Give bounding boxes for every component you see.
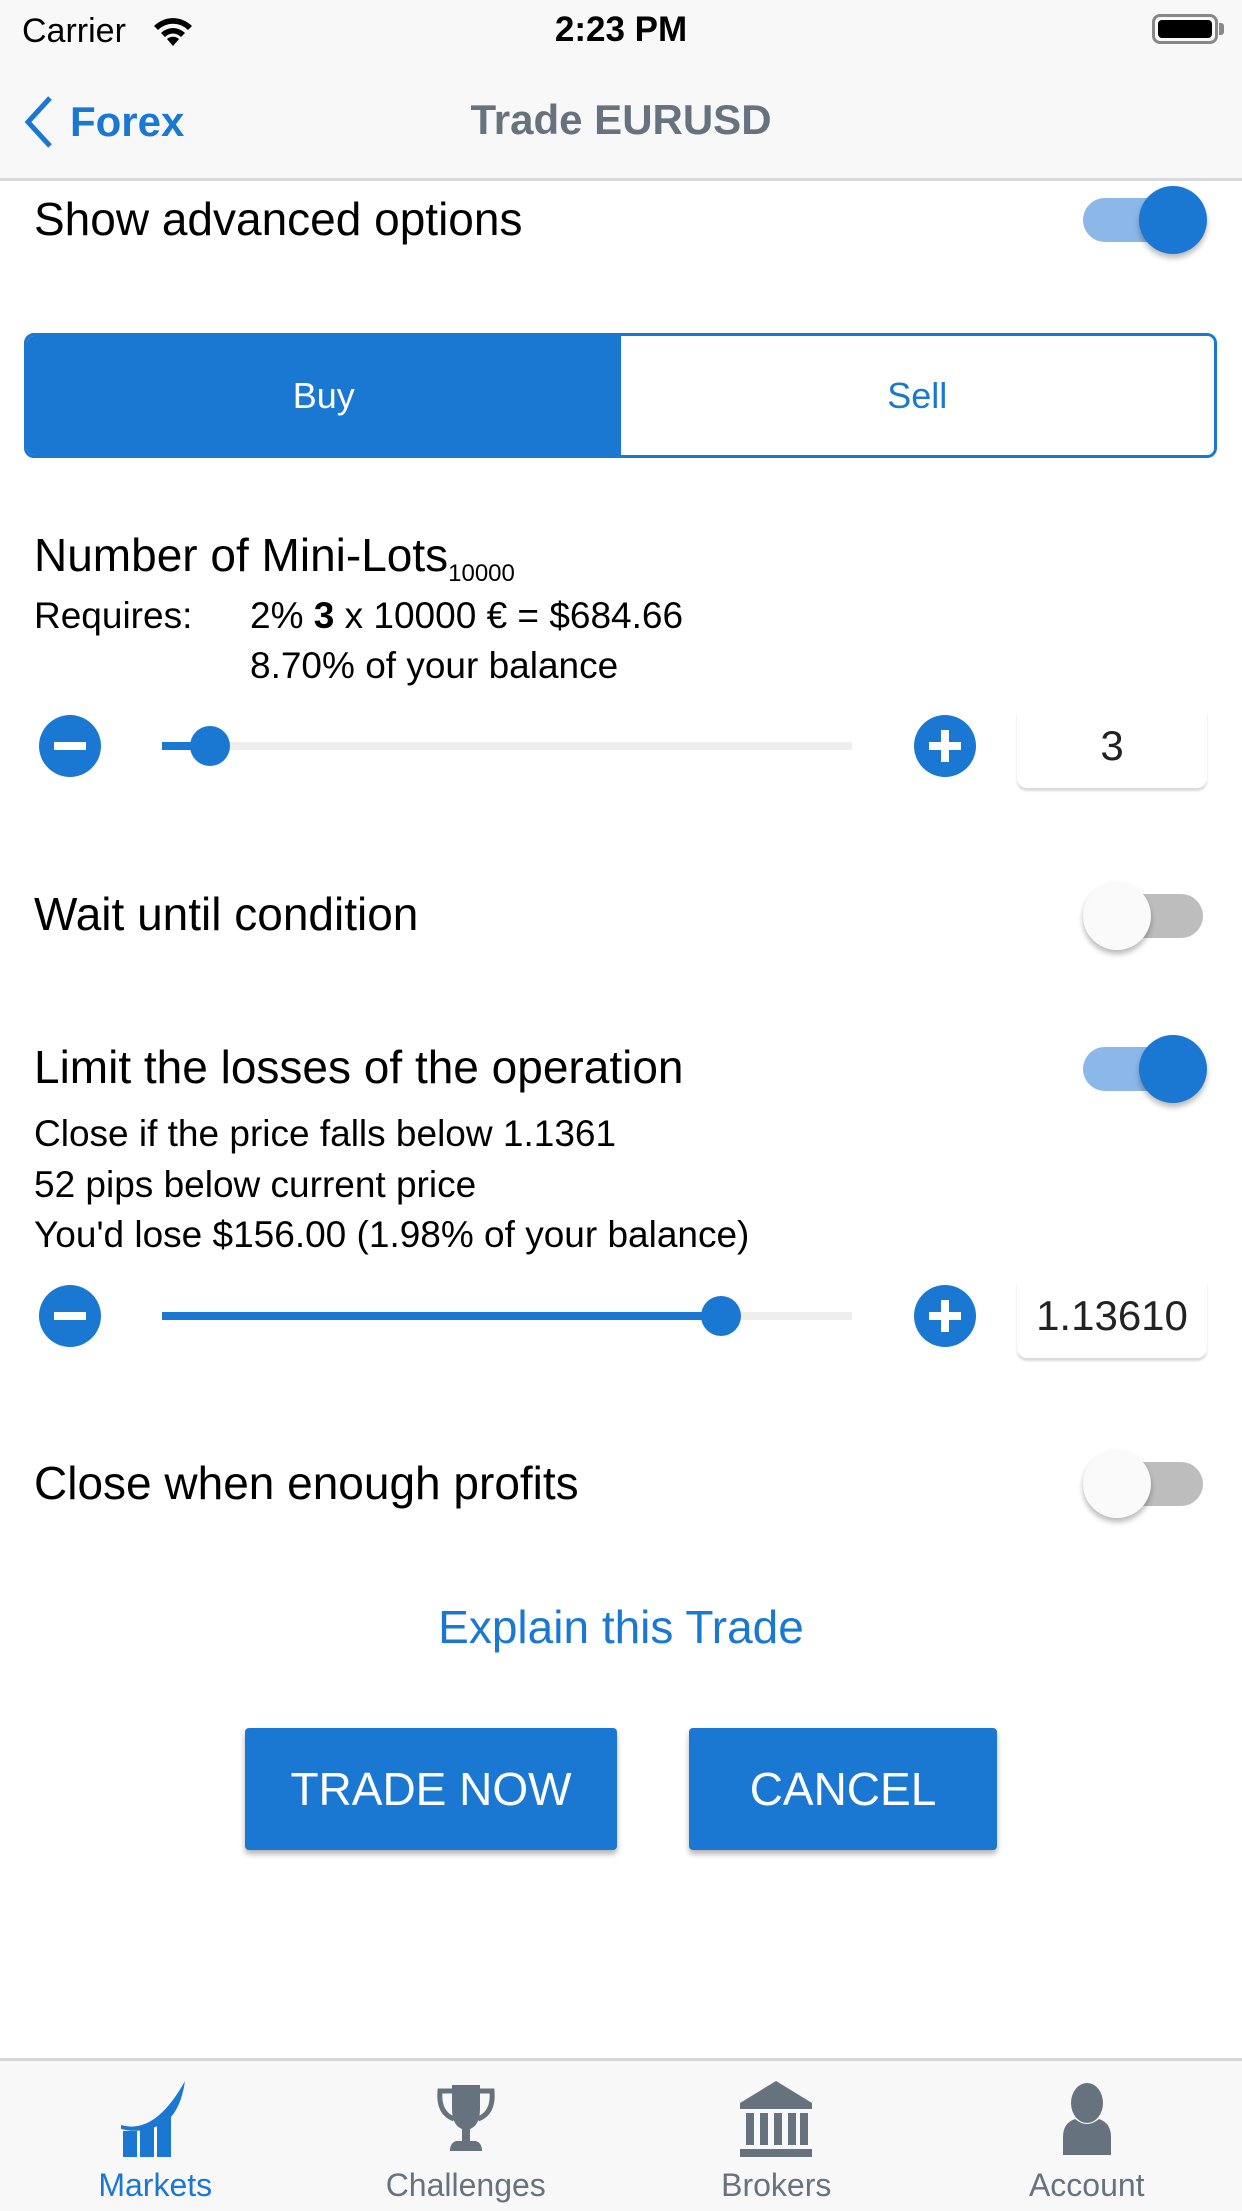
status-time: 2:23 PM [0, 10, 1242, 50]
requires-prefix: 2% [250, 595, 314, 636]
lots-decrement-button[interactable] [39, 715, 101, 777]
lots-slider-thumb[interactable] [190, 726, 230, 766]
tab-account-label: Account [932, 2167, 1242, 2204]
take-profit-toggle[interactable] [1083, 1450, 1207, 1514]
buy-sell-selector: Buy Sell [24, 333, 1217, 458]
lots-title-subscript: 10000 [448, 560, 515, 587]
battery-icon [1152, 14, 1218, 44]
tab-brokers[interactable]: Brokers [621, 2061, 932, 2211]
wait-condition-label: Wait until condition [34, 887, 418, 941]
tab-challenges[interactable]: Challenges [311, 2061, 622, 2211]
page-title: Trade EURUSD [0, 96, 1242, 144]
stop-loss-value-field[interactable]: 1.13610 [1017, 1274, 1207, 1358]
stop-loss-loss-line: You'd lose $156.00 (1.98% of your balanc… [34, 1214, 749, 1256]
stop-loss-price-line: Close if the price falls below 1.1361 [34, 1113, 616, 1155]
tab-markets[interactable]: Markets [0, 2061, 311, 2211]
lots-title: Number of Mini-Lots10000 [34, 528, 515, 588]
tab-account[interactable]: Account [932, 2061, 1242, 2211]
buy-option[interactable]: Buy [27, 336, 621, 455]
take-profit-label: Close when enough profits [34, 1456, 579, 1510]
stop-loss-label: Limit the losses of the operation [34, 1040, 683, 1094]
tab-challenges-label: Challenges [311, 2167, 622, 2204]
stop-loss-pips-line: 52 pips below current price [34, 1164, 476, 1206]
stop-loss-increment-button[interactable] [914, 1285, 976, 1347]
advanced-options-toggle[interactable] [1083, 186, 1207, 250]
lots-title-text: Number of Mini-Lots [34, 529, 448, 581]
stop-loss-slider[interactable] [162, 1296, 852, 1336]
plus-icon-v [941, 730, 949, 762]
lots-slider[interactable] [162, 726, 852, 766]
stop-loss-decrement-button[interactable] [39, 1285, 101, 1347]
tab-bar: Markets Challenges Brokers Account [0, 2058, 1242, 2211]
chart-up-icon [115, 2079, 195, 2159]
tab-markets-label: Markets [0, 2167, 311, 2204]
requires-suffix: x 10000 € = $684.66 [334, 595, 683, 636]
stop-loss-slider-thumb[interactable] [701, 1296, 741, 1336]
requires-qty: 3 [314, 595, 335, 636]
plus-icon-v [941, 1300, 949, 1332]
explain-trade-link[interactable]: Explain this Trade [0, 1600, 1242, 1654]
cancel-button[interactable]: CANCEL [689, 1728, 997, 1850]
lots-value-field[interactable]: 3 [1017, 704, 1207, 788]
battery-tip [1219, 23, 1224, 35]
requires-label: Requires: [34, 595, 192, 637]
advanced-options-label: Show advanced options [34, 192, 522, 246]
bank-icon [736, 2079, 816, 2159]
tab-brokers-label: Brokers [621, 2167, 932, 2204]
user-icon [1047, 2079, 1127, 2159]
lots-increment-button[interactable] [914, 715, 976, 777]
wait-condition-toggle[interactable] [1083, 882, 1207, 946]
balance-percent: 8.70% of your balance [250, 645, 618, 687]
trade-now-button[interactable]: TRADE NOW [245, 1728, 617, 1850]
minus-icon [54, 1312, 86, 1320]
sell-option[interactable]: Sell [621, 336, 1215, 455]
minus-icon [54, 742, 86, 750]
stop-loss-slider-fill [162, 1312, 721, 1320]
requires-value: 2% 3 x 10000 € = $684.66 [250, 595, 683, 637]
stop-loss-toggle[interactable] [1083, 1035, 1207, 1099]
trophy-icon [426, 2079, 506, 2159]
